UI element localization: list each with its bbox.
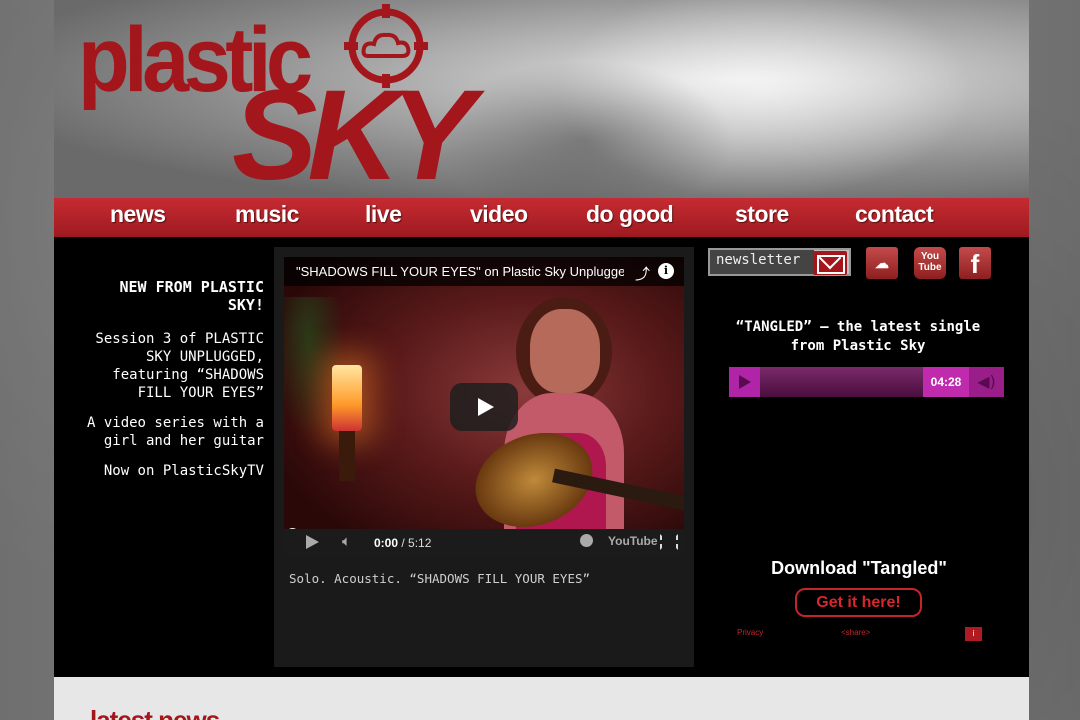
logo-word-sky: SKY: [232, 64, 475, 198]
youtube-logo-icon[interactable]: YouTube: [608, 534, 658, 548]
youtube-icon[interactable]: You Tube: [914, 247, 946, 279]
promo-headline: NEW FROM PLASTIC SKY!: [119, 278, 265, 314]
audio-player: 04:28 ◀): [729, 367, 1004, 397]
page: plastic SKY news music live video do goo…: [54, 0, 1029, 720]
promo-paragraph: Session 3 of PLASTIC SKY UNPLUGGED, feat…: [95, 331, 264, 401]
play-icon[interactable]: [306, 535, 319, 549]
soundcloud-icon[interactable]: ☁: [866, 247, 898, 279]
nav-item-do-good[interactable]: do good: [586, 201, 674, 228]
share-link[interactable]: <share>: [841, 628, 870, 637]
video-title-bar[interactable]: "SHADOWS FILL YOUR EYES" on Plastic Sky …: [284, 257, 684, 286]
latest-news-heading: latest news: [90, 705, 220, 720]
promo-text: NEW FROM PLASTIC SKY! Session 3 of PLAST…: [84, 278, 264, 492]
audio-progress-bar[interactable]: [760, 367, 923, 397]
video-title[interactable]: "SHADOWS FILL YOUR EYES" on Plastic Sky …: [296, 264, 624, 279]
single-title: “TANGLED” – the latest single from Plast…: [735, 319, 981, 354]
facebook-icon[interactable]: f: [959, 247, 991, 279]
privacy-link[interactable]: Privacy: [737, 628, 763, 637]
video-time: 0:00 / 5:12: [374, 536, 431, 550]
video-frame-lamp: [332, 365, 362, 431]
promo-link[interactable]: Now on PlasticSkyTV: [84, 462, 264, 480]
youtube-icon-text-bottom: Tube: [918, 262, 942, 273]
play-icon[interactable]: [729, 367, 760, 397]
main-nav: news music live video do good store cont…: [54, 198, 1029, 237]
video-caption: Solo. Acoustic. “SHADOWS FILL YOUR EYES”: [289, 571, 591, 586]
share-icon[interactable]: ⤴: [635, 263, 650, 284]
video-frame-singer-head: [530, 309, 600, 393]
video-panel: "SHADOWS FILL YOUR EYES" on Plastic Sky …: [274, 247, 694, 667]
site-logo[interactable]: plastic SKY: [78, 2, 475, 198]
audio-time: 04:28: [923, 367, 969, 397]
youtube-video-player[interactable]: "SHADOWS FILL YOUR EYES" on Plastic Sky …: [284, 257, 684, 555]
envelope-icon: [813, 251, 847, 275]
nav-item-video[interactable]: video: [470, 201, 528, 228]
play-button[interactable]: [450, 383, 518, 431]
newsletter-button[interactable]: newsletter: [708, 248, 851, 276]
news-section: latest news: [54, 677, 1029, 720]
nav-item-live[interactable]: live: [365, 201, 402, 228]
info-badge[interactable]: i: [965, 627, 982, 641]
nav-item-store[interactable]: store: [735, 201, 789, 228]
watch-later-icon[interactable]: [580, 534, 593, 547]
info-icon[interactable]: i: [658, 263, 674, 279]
video-controls: 🔈︎ 0:00 / 5:12 YouTube: [284, 529, 684, 556]
nav-item-news[interactable]: news: [110, 201, 166, 228]
nav-item-contact[interactable]: contact: [855, 201, 934, 228]
youtube-icon-text-top: You: [920, 251, 940, 262]
volume-icon[interactable]: 🔈︎: [342, 533, 351, 550]
volume-icon[interactable]: ◀): [969, 367, 1004, 397]
total-time: / 5:12: [401, 536, 432, 550]
newsletter-label: newsletter: [710, 250, 814, 274]
download-title: Download "Tangled": [771, 558, 947, 578]
nav-item-music[interactable]: music: [235, 201, 299, 228]
promo-paragraph: A video series with a girl and her guita…: [86, 415, 264, 449]
header-banner: plastic SKY: [54, 0, 1029, 198]
current-time: 0:00: [374, 536, 399, 550]
get-it-here-button[interactable]: Get it here!: [795, 588, 922, 617]
video-frame-lamp-base: [339, 431, 355, 481]
fullscreen-icon[interactable]: [660, 534, 678, 550]
